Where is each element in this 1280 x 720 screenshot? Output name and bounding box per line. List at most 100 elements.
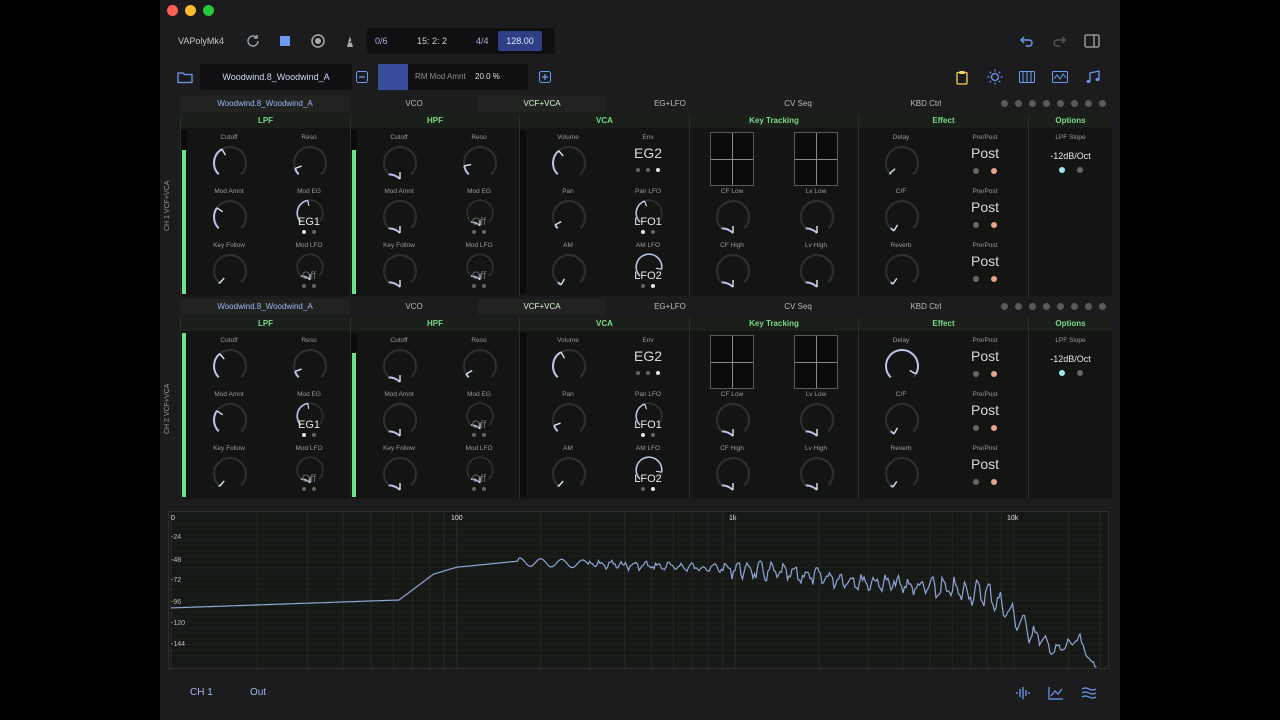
lpf-mod-amnt-knob[interactable] xyxy=(210,400,250,440)
lv-high-knob[interactable] xyxy=(797,454,837,494)
lpf-mod-eg-value[interactable]: EG1 xyxy=(279,216,339,228)
tab-5[interactable]: KBD Ctrl xyxy=(862,299,990,315)
waves-icon[interactable] xyxy=(1078,682,1100,704)
key-tracking-high-pad[interactable] xyxy=(794,132,838,186)
tab-3[interactable]: EG+LFO xyxy=(606,299,734,315)
vca-env-value[interactable]: EG2 xyxy=(618,145,678,161)
minimize-window-button[interactable] xyxy=(185,5,196,16)
vca-pan-lfo-value[interactable]: LFO1 xyxy=(618,216,678,228)
spectrum-chart-icon[interactable] xyxy=(1045,682,1067,704)
tab-3[interactable]: EG+LFO xyxy=(606,96,734,112)
music-notes-icon[interactable] xyxy=(1082,66,1104,88)
hpf-mod-lfo-value[interactable]: Off xyxy=(449,270,509,282)
lpf-reso-knob[interactable] xyxy=(290,346,330,386)
lpf-slope-value[interactable]: -12dB/Oct xyxy=(1029,354,1112,364)
lpf-key-follow-knob[interactable] xyxy=(210,251,250,291)
tempo-field[interactable]: 128.00 xyxy=(498,31,542,51)
folder-icon[interactable] xyxy=(174,66,196,88)
page-dots[interactable] xyxy=(1001,100,1106,107)
vca-volume-knob[interactable] xyxy=(549,346,589,386)
brightness-icon[interactable] xyxy=(984,66,1006,88)
hpf-cutoff-knob[interactable] xyxy=(380,143,420,183)
preset-name-field[interactable]: Woodwind.8_Woodwind_A xyxy=(200,64,352,90)
cf-knob[interactable] xyxy=(882,197,922,237)
lv-high-knob[interactable] xyxy=(797,251,837,291)
delay-knob[interactable] xyxy=(882,143,922,183)
zoom-window-button[interactable] xyxy=(203,5,214,16)
hpf-reso-knob[interactable] xyxy=(460,143,500,183)
cf-knob[interactable] xyxy=(882,400,922,440)
hpf-mod-lfo-value[interactable]: Off xyxy=(449,473,509,485)
sidebar-toggle-icon[interactable] xyxy=(1081,30,1103,52)
delay-knob[interactable] xyxy=(882,346,922,386)
prepost-2-value[interactable]: Post xyxy=(955,456,1015,472)
cf-high-knob[interactable] xyxy=(713,251,753,291)
stop-button[interactable] xyxy=(274,30,296,52)
lpf-reso-knob[interactable] xyxy=(290,143,330,183)
lpf-mod-amnt-knob[interactable] xyxy=(210,197,250,237)
hpf-key-follow-knob[interactable] xyxy=(380,454,420,494)
tab-2[interactable]: VCF+VCA xyxy=(478,299,606,315)
close-window-button[interactable] xyxy=(167,5,178,16)
waveform-view-icon[interactable] xyxy=(1049,66,1071,88)
hpf-key-follow-knob[interactable] xyxy=(380,251,420,291)
lpf-slope-value[interactable]: -12dB/Oct xyxy=(1029,151,1112,161)
prepost-0-value[interactable]: Post xyxy=(955,145,1015,161)
lpf-mod-lfo-value[interactable]: Off xyxy=(279,473,339,485)
refresh-icon[interactable] xyxy=(242,30,264,52)
hpf-mod-eg-value[interactable]: Off xyxy=(449,216,509,228)
hpf-mod-amnt-knob[interactable] xyxy=(380,400,420,440)
hpf-mod-eg-value[interactable]: Off xyxy=(449,419,509,431)
metronome-icon[interactable] xyxy=(339,30,361,52)
lpf-mod-eg-value[interactable]: EG1 xyxy=(279,419,339,431)
vca-pan-knob[interactable] xyxy=(549,197,589,237)
vca-volume-knob[interactable] xyxy=(549,143,589,183)
hpf-mod-amnt-knob[interactable] xyxy=(380,197,420,237)
vca-am-lfo-value[interactable]: LFO2 xyxy=(618,270,678,282)
tab-0[interactable]: Woodwind.8_Woodwind_A xyxy=(180,299,350,315)
keyboard-icon[interactable] xyxy=(1016,66,1038,88)
lpf-cutoff-knob[interactable] xyxy=(210,143,250,183)
prepost-0-value[interactable]: Post xyxy=(955,348,1015,364)
vca-pan-knob[interactable] xyxy=(549,400,589,440)
key-tracking-high-pad[interactable] xyxy=(794,335,838,389)
clipboard-icon[interactable] xyxy=(951,66,973,88)
prepost-1-value[interactable]: Post xyxy=(955,402,1015,418)
waveform-icon[interactable] xyxy=(1012,682,1034,704)
tab-5[interactable]: KBD Ctrl xyxy=(862,96,990,112)
lpf-key-follow-knob[interactable] xyxy=(210,454,250,494)
prepost-2-value[interactable]: Post xyxy=(955,253,1015,269)
cf-low-knob[interactable] xyxy=(713,197,753,237)
vca-am-knob[interactable] xyxy=(549,454,589,494)
tab-4[interactable]: CV Seq xyxy=(734,299,862,315)
tab-0[interactable]: Woodwind.8_Woodwind_A xyxy=(180,96,350,112)
decrement-button[interactable] xyxy=(351,66,373,88)
cf-low-knob[interactable] xyxy=(713,400,753,440)
key-tracking-low-pad[interactable] xyxy=(710,132,754,186)
increment-button[interactable] xyxy=(534,66,556,88)
cf-high-knob[interactable] xyxy=(713,454,753,494)
time-signature[interactable]: 4/4 xyxy=(476,36,489,46)
vca-env-value[interactable]: EG2 xyxy=(618,348,678,364)
redo-icon[interactable] xyxy=(1048,30,1070,52)
lv-low-knob[interactable] xyxy=(797,400,837,440)
reverb-knob[interactable] xyxy=(882,454,922,494)
tab-1[interactable]: VCO xyxy=(350,96,478,112)
param-display[interactable]: RM Mod Amnt 20.0 % xyxy=(378,64,528,90)
vca-pan-lfo-value[interactable]: LFO1 xyxy=(618,419,678,431)
page-dots[interactable] xyxy=(1001,303,1106,310)
lv-low-knob[interactable] xyxy=(797,197,837,237)
vca-am-lfo-value[interactable]: LFO2 xyxy=(618,473,678,485)
tab-2[interactable]: VCF+VCA xyxy=(478,96,606,112)
lpf-cutoff-knob[interactable] xyxy=(210,346,250,386)
record-button[interactable] xyxy=(307,30,329,52)
hpf-reso-knob[interactable] xyxy=(460,346,500,386)
key-tracking-low-pad[interactable] xyxy=(710,335,754,389)
channel-select-tab[interactable]: CH 1 xyxy=(190,687,213,698)
output-tab[interactable]: Out xyxy=(250,687,266,698)
tab-4[interactable]: CV Seq xyxy=(734,96,862,112)
reverb-knob[interactable] xyxy=(882,251,922,291)
lpf-mod-lfo-value[interactable]: Off xyxy=(279,270,339,282)
undo-icon[interactable] xyxy=(1016,30,1038,52)
hpf-cutoff-knob[interactable] xyxy=(380,346,420,386)
